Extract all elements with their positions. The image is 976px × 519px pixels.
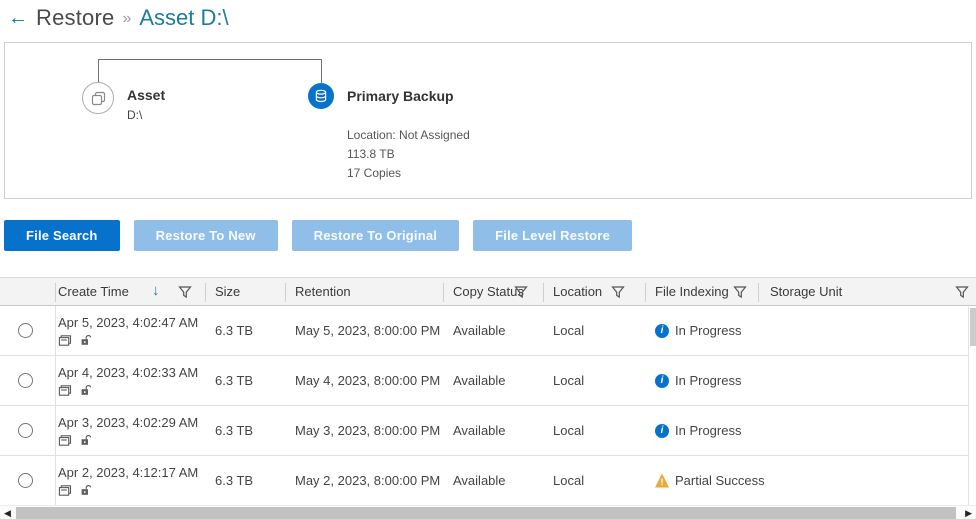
- asset-node[interactable]: [82, 82, 114, 114]
- vertical-scrollbar-thumb[interactable]: [970, 308, 976, 346]
- storage-unit-value: [770, 356, 955, 405]
- backup-copies: 17 Copies: [347, 166, 402, 180]
- create-time-value: Apr 4, 2023, 4:02:33 AM: [58, 365, 199, 380]
- row-select-radio[interactable]: [18, 373, 33, 388]
- file-indexing-value: In Progress: [675, 423, 742, 438]
- column-divider: [55, 306, 56, 505]
- copy-status-value: Available: [453, 323, 506, 338]
- column-retention[interactable]: Retention: [295, 278, 351, 305]
- size-value: 6.3 TB: [215, 473, 254, 488]
- copy-status-value: Available: [453, 423, 506, 438]
- row-select-radio[interactable]: [18, 323, 33, 338]
- column-size[interactable]: Size: [215, 278, 240, 305]
- copy-status-value: Available: [453, 373, 506, 388]
- info-icon: i: [655, 423, 669, 438]
- action-bar: File Search Restore To New Restore To Or…: [4, 220, 632, 251]
- retention-value: May 3, 2023, 8:00:00 PM: [295, 423, 441, 438]
- unlock-icon: [80, 334, 93, 347]
- breadcrumb-restore[interactable]: Restore: [36, 5, 114, 31]
- primary-backup-details: Location: Not Assigned 113.8 TB 17 Copie…: [347, 126, 470, 183]
- create-time-value: Apr 3, 2023, 4:02:29 AM: [58, 415, 199, 430]
- retention-value: May 5, 2023, 8:00:00 PM: [295, 323, 441, 338]
- page-header: ← Restore » Asset D:\: [0, 0, 976, 34]
- info-icon: i: [655, 323, 669, 338]
- scroll-right-icon[interactable]: ▶: [965, 508, 972, 519]
- location-value: Local: [553, 473, 585, 488]
- sort-descending-icon[interactable]: ↓: [152, 282, 160, 299]
- retention-value: May 4, 2023, 8:00:00 PM: [295, 373, 441, 388]
- column-create-time[interactable]: Create Time: [58, 278, 129, 305]
- size-value: 6.3 TB: [215, 373, 254, 388]
- copy-map-panel: Asset D:\ Primary Backup Location: Not A…: [4, 42, 972, 199]
- row-select-radio[interactable]: [18, 473, 33, 488]
- folder-icon: [58, 384, 72, 397]
- database-icon: [314, 89, 328, 103]
- page-title: Asset D:\: [139, 5, 229, 30]
- primary-backup-node[interactable]: [308, 83, 334, 109]
- unlock-icon: [80, 384, 93, 397]
- retention-value: May 2, 2023, 8:00:00 PM: [295, 473, 441, 488]
- unlock-icon: [80, 434, 93, 447]
- filter-icon[interactable]: [611, 285, 625, 299]
- filter-icon[interactable]: [733, 285, 747, 299]
- folder-icon: [58, 484, 72, 497]
- copies-table: Create Time ↓ Size Retention Copy Status…: [0, 277, 976, 506]
- table-row: Apr 2, 2023, 4:12:17 AM 6.3 TB May 2, 20…: [0, 456, 976, 506]
- column-location[interactable]: Location: [553, 278, 602, 305]
- storage-unit-value: [770, 306, 955, 355]
- info-icon: i: [655, 373, 669, 388]
- filter-icon[interactable]: [178, 285, 192, 299]
- table-header: Create Time ↓ Size Retention Copy Status…: [0, 277, 976, 306]
- column-storage-unit[interactable]: Storage Unit: [770, 278, 842, 305]
- restore-to-new-button[interactable]: Restore To New: [133, 220, 278, 251]
- file-indexing-value: In Progress: [675, 323, 742, 338]
- copy-status-value: Available: [453, 473, 506, 488]
- row-select-radio[interactable]: [18, 423, 33, 438]
- filter-icon[interactable]: [955, 285, 969, 299]
- file-indexing-value: Partial Success: [675, 473, 765, 488]
- storage-unit-value: [770, 406, 955, 455]
- vertical-scrollbar[interactable]: [968, 307, 976, 505]
- file-indexing-value: In Progress: [675, 373, 742, 388]
- create-time-value: Apr 2, 2023, 4:12:17 AM: [58, 465, 199, 480]
- table-row: Apr 3, 2023, 4:02:29 AM 6.3 TB May 3, 20…: [0, 406, 976, 456]
- folder-icon: [58, 334, 72, 347]
- unlock-icon: [80, 484, 93, 497]
- location-value: Local: [553, 423, 585, 438]
- horizontal-scrollbar[interactable]: ◀ ▶: [0, 505, 976, 519]
- horizontal-scrollbar-thumb[interactable]: [16, 507, 956, 519]
- table-row: Apr 4, 2023, 4:02:33 AM 6.3 TB May 4, 20…: [0, 356, 976, 406]
- copy-icon: [91, 91, 106, 106]
- folder-icon: [58, 434, 72, 447]
- file-search-button[interactable]: File Search: [4, 220, 120, 251]
- size-value: 6.3 TB: [215, 423, 254, 438]
- size-value: 6.3 TB: [215, 323, 254, 338]
- warning-icon: !: [655, 473, 669, 488]
- create-time-value: Apr 5, 2023, 4:02:47 AM: [58, 315, 199, 330]
- table-row: Apr 5, 2023, 4:02:47 AM 6.3 TB May 5, 20…: [0, 306, 976, 356]
- storage-unit-value: [770, 456, 955, 505]
- back-arrow-icon[interactable]: ←: [8, 7, 28, 29]
- table-body: Apr 5, 2023, 4:02:47 AM 6.3 TB May 5, 20…: [0, 306, 976, 506]
- column-file-indexing[interactable]: File Indexing: [655, 278, 729, 305]
- breadcrumb: ← Restore » Asset D:\: [8, 5, 229, 31]
- restore-to-original-button[interactable]: Restore To Original: [291, 220, 460, 251]
- connector-line: [98, 59, 99, 82]
- file-level-restore-button[interactable]: File Level Restore: [473, 220, 632, 251]
- filter-icon[interactable]: [514, 285, 528, 299]
- backup-size: 113.8 TB: [347, 147, 395, 161]
- primary-backup-label: Primary Backup: [347, 88, 454, 104]
- scroll-left-icon[interactable]: ◀: [4, 508, 11, 519]
- location-value: Local: [553, 323, 585, 338]
- location-value: Local: [553, 373, 585, 388]
- asset-label: Asset: [127, 87, 166, 103]
- connector-line: [321, 59, 322, 83]
- asset-name: D:\: [127, 108, 143, 122]
- backup-location: Location: Not Assigned: [347, 128, 470, 142]
- breadcrumb-separator-icon: »: [122, 10, 132, 27]
- connector-line: [98, 59, 322, 60]
